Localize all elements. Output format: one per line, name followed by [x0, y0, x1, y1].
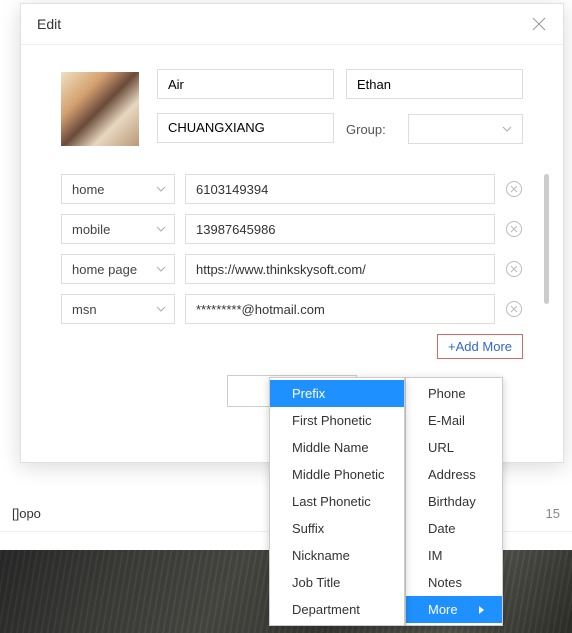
menu-item-more[interactable]: More: [406, 596, 502, 623]
menu-item-label: More: [428, 602, 458, 617]
menu-item-label: Notes: [428, 575, 462, 590]
group-select[interactable]: [408, 114, 523, 144]
delete-field-icon[interactable]: [505, 220, 523, 238]
menu-item-label: Last Phonetic: [292, 494, 371, 509]
submenu-item-middle-name[interactable]: Middle Name: [270, 434, 404, 461]
menu-item-label: Date: [428, 521, 455, 536]
field-value-input[interactable]: [185, 254, 495, 284]
close-icon[interactable]: [531, 16, 547, 32]
menu-item-label: URL: [428, 440, 454, 455]
add-more-menu: Phone E-Mail URL Address Birthday Date IM Notes…: [405, 377, 503, 626]
menu-item-label: Prefix: [292, 386, 325, 401]
menu-item-label: Phone: [428, 386, 466, 401]
menu-item-label: Birthday: [428, 494, 476, 509]
field-value-input[interactable]: [185, 294, 495, 324]
menu-item-label: Department: [292, 602, 360, 617]
menu-item-notes[interactable]: Notes: [406, 569, 502, 596]
field-type-select[interactable]: mobile: [61, 214, 175, 244]
menu-item-phone[interactable]: Phone: [406, 380, 502, 407]
field-type-label: msn: [72, 302, 150, 317]
menu-item-label: Job Title: [292, 575, 340, 590]
field-row: mobile: [61, 214, 523, 244]
menu-item-label: First Phonetic: [292, 413, 371, 428]
fields-list: home mobile home page msn: [61, 174, 523, 324]
submenu-item-first-phonetic[interactable]: First Phonetic: [270, 407, 404, 434]
menu-item-im[interactable]: IM: [406, 542, 502, 569]
more-submenu: Prefix First Phonetic Middle Name Middle Ph…: [269, 377, 405, 626]
contact-name: []opo: [12, 506, 286, 521]
menu-item-date[interactable]: Date: [406, 515, 502, 542]
dialog-title: Edit: [37, 16, 61, 32]
submenu-item-job-title[interactable]: Job Title: [270, 569, 404, 596]
field-value-input[interactable]: [185, 174, 495, 204]
menu-item-e-mail[interactable]: E-Mail: [406, 407, 502, 434]
submenu-item-department[interactable]: Department: [270, 596, 404, 623]
submenu-item-suffix[interactable]: Suffix: [270, 515, 404, 542]
add-more-button[interactable]: +Add More: [437, 334, 523, 359]
field-type-select[interactable]: home page: [61, 254, 175, 284]
menu-item-label: E-Mail: [428, 413, 465, 428]
menu-item-address[interactable]: Address: [406, 461, 502, 488]
delete-field-icon[interactable]: [505, 300, 523, 318]
first-name-field[interactable]: [157, 69, 334, 99]
submenu-item-middle-phonetic[interactable]: Middle Phonetic: [270, 461, 404, 488]
submenu-item-nickname[interactable]: Nickname: [270, 542, 404, 569]
submenu-item-last-phonetic[interactable]: Last Phonetic: [270, 488, 404, 515]
field-type-select[interactable]: msn: [61, 294, 175, 324]
menu-item-label: Middle Phonetic: [292, 467, 385, 482]
avatar[interactable]: [61, 72, 139, 146]
menu-item-label: Middle Name: [292, 440, 369, 455]
field-type-label: home: [72, 182, 150, 197]
field-row: home: [61, 174, 523, 204]
field-row: msn: [61, 294, 523, 324]
menu-item-url[interactable]: URL: [406, 434, 502, 461]
submenu-item-prefix[interactable]: Prefix: [270, 380, 404, 407]
field-type-select[interactable]: home: [61, 174, 175, 204]
delete-field-icon[interactable]: [505, 180, 523, 198]
scrollbar[interactable]: [544, 174, 549, 304]
chevron-right-icon: [479, 606, 484, 614]
group-label: Group:: [346, 122, 396, 137]
menu-item-label: Address: [428, 467, 476, 482]
field-value-input[interactable]: [185, 214, 495, 244]
last-name-field[interactable]: [346, 69, 523, 99]
menu-item-label: Nickname: [292, 548, 350, 563]
delete-field-icon[interactable]: [505, 260, 523, 278]
menu-item-birthday[interactable]: Birthday: [406, 488, 502, 515]
company-field[interactable]: [157, 113, 334, 143]
field-type-label: home page: [72, 262, 150, 277]
menu-item-label: IM: [428, 548, 442, 563]
field-type-label: mobile: [72, 222, 150, 237]
field-row: home page: [61, 254, 523, 284]
menu-item-label: Suffix: [292, 521, 324, 536]
dialog-header: Edit: [21, 4, 563, 45]
